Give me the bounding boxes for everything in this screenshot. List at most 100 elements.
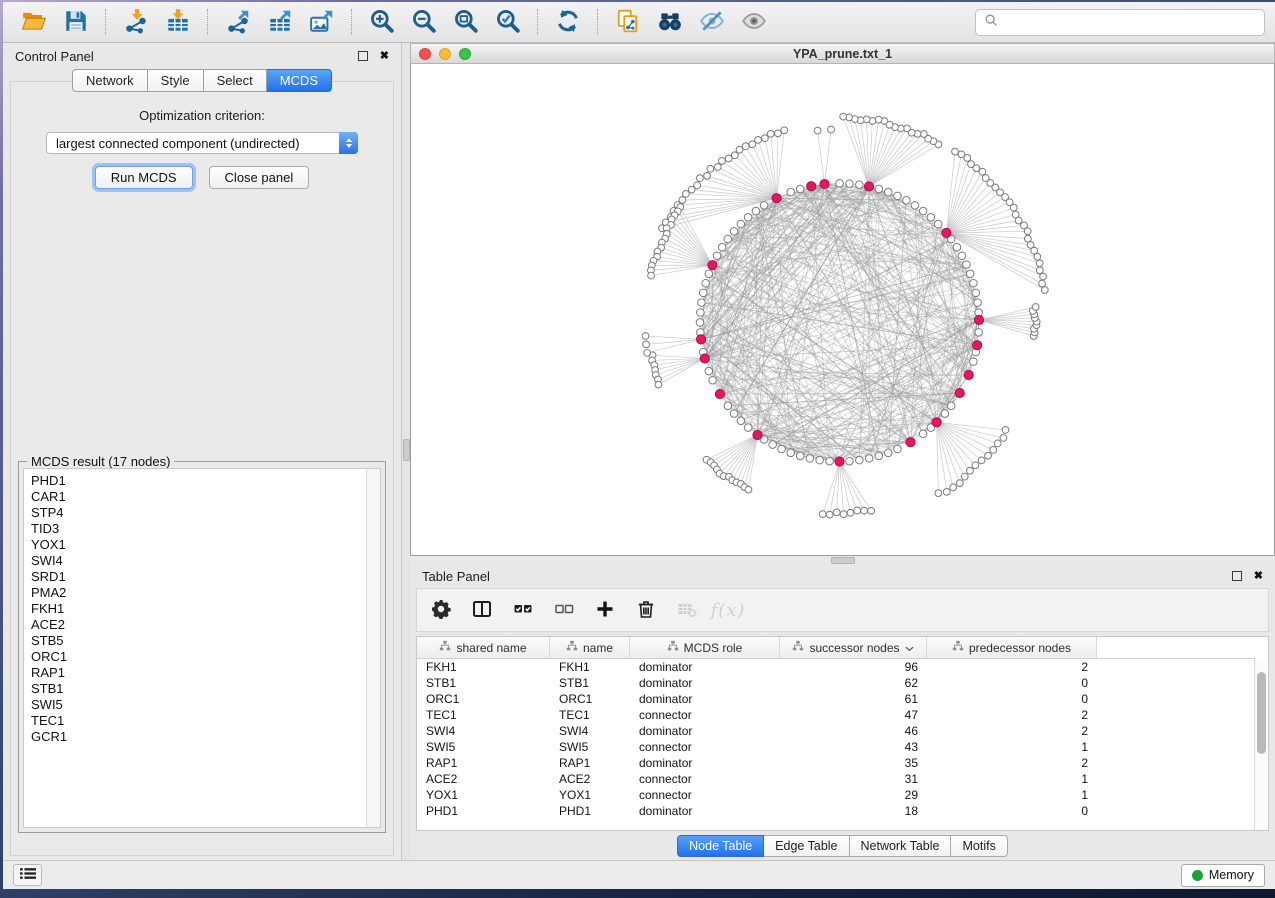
run-mcds-button[interactable]: Run MCDS (95, 166, 193, 189)
table-scrollbar-thumb[interactable] (1257, 672, 1266, 754)
select-all-rows-button[interactable] (511, 598, 535, 622)
column-header-filler (1097, 637, 1268, 658)
maximize-window-icon[interactable] (459, 48, 471, 60)
search-input[interactable] (1004, 14, 1256, 31)
deselect-all-rows-icon (554, 599, 574, 622)
new-network-from-selection-button[interactable] (608, 5, 648, 39)
mcds-result-item[interactable]: TEC1 (31, 713, 366, 729)
show-all-button[interactable] (734, 5, 774, 39)
import-table-button[interactable] (158, 5, 198, 39)
table-row[interactable]: PHD1PHD1dominator180 (417, 803, 1268, 819)
table-row[interactable]: TEC1TEC1connector472 (417, 707, 1268, 723)
export-image-button[interactable] (302, 5, 342, 39)
tab-node-table[interactable]: Node Table (677, 835, 764, 857)
network-canvas[interactable] (410, 64, 1275, 556)
table-row[interactable]: SWI4SWI4dominator462 (417, 723, 1268, 739)
table-row[interactable]: ACE2ACE2connector311 (417, 771, 1268, 787)
horizontal-splitter-handle[interactable] (831, 557, 855, 564)
horizontal-splitter[interactable] (410, 556, 1275, 564)
close-window-icon[interactable] (419, 48, 431, 60)
table-row[interactable]: FKH1FKH1dominator962 (417, 659, 1268, 675)
mcds-result-item[interactable]: RAP1 (31, 665, 366, 681)
close-panel-icon[interactable]: ✖ (380, 51, 389, 62)
tab-network-table[interactable]: Network Table (850, 835, 952, 857)
memory-button[interactable]: Memory (1181, 864, 1265, 887)
minimize-window-icon[interactable] (439, 48, 451, 60)
optimization-criterion-select[interactable]: largest connected component (undirected) (46, 132, 358, 154)
close-table-panel-icon[interactable]: ✖ (1254, 571, 1263, 582)
tab-style[interactable]: Style (148, 69, 204, 92)
mcds-result-item[interactable]: YOX1 (31, 537, 366, 553)
control-panel: Control Panel ✖ NetworkStyleSelectMCDS O… (3, 43, 401, 860)
float-panel-icon[interactable] (358, 51, 368, 61)
table-scrollbar[interactable] (1254, 658, 1268, 830)
mcds-result-item[interactable]: STB5 (31, 633, 366, 649)
table-toolbar: f(x) (416, 588, 1269, 632)
table-options-button[interactable] (429, 598, 453, 622)
save-session-button[interactable] (56, 5, 96, 39)
vertical-splitter-handle[interactable] (403, 439, 410, 461)
vertical-splitter[interactable] (401, 43, 410, 860)
mcds-result-item[interactable]: SWI4 (31, 553, 366, 569)
zoom-fit-button[interactable] (446, 5, 486, 39)
mcds-result-item[interactable]: PMA2 (31, 585, 366, 601)
network-graph[interactable] (411, 64, 1274, 555)
tab-motifs[interactable]: Motifs (951, 835, 1007, 857)
hide-selection-button[interactable] (692, 5, 732, 39)
export-network-button[interactable] (218, 5, 258, 39)
mcds-result-item[interactable]: GCR1 (31, 729, 366, 745)
table-row[interactable]: ORC1ORC1dominator610 (417, 691, 1268, 707)
refresh-layout-button[interactable] (548, 5, 588, 39)
tab-select[interactable]: Select (204, 69, 267, 92)
memory-label: Memory (1209, 868, 1254, 882)
column-header-name[interactable]: name (550, 637, 630, 658)
cell-name: SWI4 (550, 724, 630, 738)
table-row[interactable]: SWI5SWI5connector431 (417, 739, 1268, 755)
network-window-titlebar[interactable]: YPA_prune.txt_1 (410, 43, 1275, 64)
mcds-result-list[interactable]: PHD1CAR1STP4TID3YOX1SWI4SRD1PMA2FKH1ACE2… (24, 469, 366, 827)
tab-mcds[interactable]: MCDS (267, 69, 332, 92)
mcds-result-item[interactable]: PHD1 (31, 473, 366, 489)
mcds-result-item[interactable]: SWI5 (31, 697, 366, 713)
column-header-shared-name[interactable]: shared name (417, 637, 550, 658)
cell-predecessor-nodes: 0 (927, 804, 1097, 818)
create-column-button[interactable] (593, 598, 617, 622)
mcds-result-scrollbar[interactable] (366, 469, 380, 827)
mcds-result-item[interactable]: STP4 (31, 505, 366, 521)
show-hide-columns-button[interactable] (470, 598, 494, 622)
import-network-button[interactable] (116, 5, 156, 39)
column-header-successor-nodes[interactable]: successor nodes (780, 637, 927, 658)
tab-edge-table[interactable]: Edge Table (764, 835, 849, 857)
first-neighbors-button[interactable] (650, 5, 690, 39)
zoom-out-button[interactable] (404, 5, 444, 39)
function-builder-icon: f(x) (711, 600, 746, 621)
mcds-result-item[interactable]: SRD1 (31, 569, 366, 585)
mcds-result-item[interactable]: ACE2 (31, 617, 366, 633)
float-table-panel-icon[interactable] (1232, 571, 1242, 581)
table-row[interactable]: STB1STB1dominator620 (417, 675, 1268, 691)
table-row[interactable]: RAP1RAP1dominator352 (417, 755, 1268, 771)
mcds-result-item[interactable]: FKH1 (31, 601, 366, 617)
zoom-selected-button[interactable] (488, 5, 528, 39)
export-table-button[interactable] (260, 5, 300, 39)
mcds-result-item[interactable]: CAR1 (31, 489, 366, 505)
export-table-icon (267, 8, 293, 37)
delete-table-button[interactable] (675, 598, 699, 622)
table-row[interactable]: YOX1YOX1connector291 (417, 787, 1268, 803)
tab-network[interactable]: Network (72, 69, 148, 92)
deselect-all-rows-button[interactable] (552, 598, 576, 622)
delete-columns-button[interactable] (634, 598, 658, 622)
close-panel-button[interactable]: Close panel (209, 166, 310, 189)
open-file-button[interactable] (14, 5, 54, 39)
column-header-predecessor-nodes[interactable]: predecessor nodes (927, 637, 1097, 658)
column-header-mcds-role[interactable]: MCDS role (630, 637, 780, 658)
cell-name: SWI5 (550, 740, 630, 754)
panel-menu-button[interactable] (13, 864, 42, 886)
mcds-result-item[interactable]: STB1 (31, 681, 366, 697)
optimization-criterion-label: Optimization criterion: (11, 108, 393, 123)
mcds-result-item[interactable]: ORC1 (31, 649, 366, 665)
search-box[interactable] (975, 9, 1265, 36)
function-builder-button[interactable]: f(x) (716, 598, 740, 622)
mcds-result-item[interactable]: TID3 (31, 521, 366, 537)
zoom-in-button[interactable] (362, 5, 402, 39)
